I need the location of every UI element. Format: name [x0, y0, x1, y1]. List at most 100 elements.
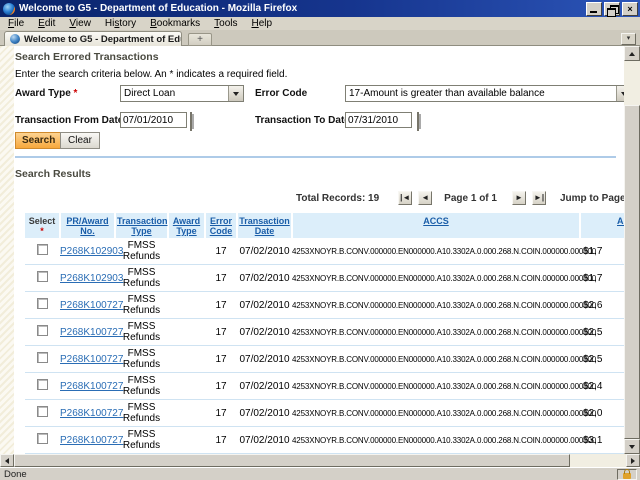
column-header-pr-award-no-[interactable]: PR/Award No.	[60, 213, 115, 238]
column-header-accs[interactable]: ACCS	[292, 213, 580, 238]
calendar-icon[interactable]	[190, 112, 192, 131]
minimize-button[interactable]	[586, 2, 602, 16]
transaction-date-cell: 07/02/2010	[237, 373, 292, 400]
transaction-date-cell: 07/02/2010	[237, 400, 292, 427]
transaction-type-cell: FMSS Refunds	[115, 400, 168, 427]
window-title: Welcome to G5 - Department of Education …	[19, 3, 582, 14]
required-asterisk: *	[74, 88, 78, 99]
table-row: P268K100727FMSS Refunds1707/02/20104253X…	[25, 346, 624, 373]
pr-award-link[interactable]: P268K100727	[60, 381, 123, 392]
pr-award-link[interactable]: P268K100727	[60, 354, 123, 365]
select-checkbox[interactable]	[25, 346, 60, 373]
to-date-input[interactable]	[345, 112, 412, 128]
close-button[interactable]: ×	[622, 2, 638, 16]
column-header-error-code[interactable]: Error Code	[205, 213, 237, 238]
error-code-cell: 17	[205, 373, 237, 400]
pr-award-link[interactable]: P268K100727	[60, 435, 123, 446]
next-page-button[interactable]: ►	[512, 191, 526, 205]
search-button[interactable]: Search	[15, 132, 62, 149]
dropdown-arrow-icon	[616, 86, 624, 101]
calendar-icon[interactable]	[417, 112, 419, 131]
results-table: Select*PR/Award No.Transaction TypeAward…	[25, 213, 624, 454]
scroll-down-icon[interactable]	[624, 439, 640, 454]
scroll-right-icon[interactable]	[626, 454, 640, 467]
transaction-date-cell: 07/02/2010	[237, 427, 292, 454]
select-checkbox[interactable]	[25, 319, 60, 346]
select-checkbox[interactable]	[25, 400, 60, 427]
table-row: P268K100727FMSS Refunds1707/02/20104253X…	[25, 292, 624, 319]
error-code-select[interactable]: 17-Amount is greater than available bala…	[345, 85, 624, 102]
column-header-transaction-type[interactable]: Transaction Type	[115, 213, 168, 238]
column-header-award-type[interactable]: Award Type	[168, 213, 205, 238]
new-tab-button[interactable]: +	[188, 33, 212, 46]
jump-to-page-label: Jump to Page	[560, 193, 624, 204]
award-type-cell	[168, 265, 205, 292]
transaction-date-cell: 07/02/2010	[237, 265, 292, 292]
error-code-cell: 17	[205, 319, 237, 346]
last-page-button[interactable]: ►|	[532, 191, 546, 205]
menu-file[interactable]: File	[1, 18, 31, 29]
column-header-transaction-date[interactable]: Transaction Date	[237, 213, 292, 238]
scroll-left-icon[interactable]	[0, 454, 14, 467]
secure-lock-panel	[617, 469, 637, 480]
pr-award-cell: P268K100727	[60, 373, 115, 400]
menu-view[interactable]: View	[62, 18, 98, 29]
tab-list-button[interactable]: ▾	[621, 33, 636, 45]
restore-button[interactable]	[604, 2, 620, 16]
accs-cell: 4253XNOYR.B.CONV.000000.EN000000.A10.330…	[292, 346, 580, 373]
transaction-date-cell: 07/02/2010	[237, 292, 292, 319]
error-code-cell: 17	[205, 265, 237, 292]
horizontal-scroll-thumb[interactable]	[14, 454, 570, 467]
prev-page-button[interactable]: ◄	[418, 191, 432, 205]
clear-button[interactable]: Clear	[60, 132, 100, 149]
to-date-label: Transaction To Date	[255, 115, 350, 126]
menu-bookmarks[interactable]: Bookmarks	[143, 18, 207, 29]
vertical-scrollbar[interactable]	[624, 46, 640, 454]
accs-cell: 4253XNOYR.B.CONV.000000.EN000000.A10.330…	[292, 373, 580, 400]
award-type-cell	[168, 400, 205, 427]
table-row: P268K100727FMSS Refunds1707/02/20104253X…	[25, 427, 624, 454]
scroll-up-icon[interactable]	[624, 46, 640, 61]
award-type-select[interactable]: Direct Loan	[120, 85, 244, 102]
amount-cell: $1,7	[580, 265, 624, 292]
award-type-cell	[168, 427, 205, 454]
tab-strip: Welcome to G5 - Department of Edu... + ▾	[0, 30, 640, 46]
select-checkbox[interactable]	[25, 373, 60, 400]
pr-award-cell: P268K100727	[60, 346, 115, 373]
error-code-label: Error Code	[255, 88, 307, 99]
pr-award-link[interactable]: P268K100727	[60, 300, 123, 311]
from-date-input[interactable]	[120, 112, 187, 128]
select-checkbox[interactable]	[25, 265, 60, 292]
tab-welcome-g5[interactable]: Welcome to G5 - Department of Edu...	[4, 31, 182, 46]
g5-favicon	[10, 34, 20, 44]
menu-history[interactable]: History	[98, 18, 143, 29]
select-checkbox[interactable]	[25, 238, 60, 265]
pr-award-link[interactable]: P268K102903	[60, 246, 123, 257]
pr-award-link[interactable]: P268K100727	[60, 327, 123, 338]
pr-award-link[interactable]: P268K102903	[60, 273, 123, 284]
pr-award-link[interactable]: P268K100727	[60, 408, 123, 419]
select-checkbox[interactable]	[25, 427, 60, 454]
select-checkbox[interactable]	[25, 292, 60, 319]
from-date-label: Transaction From Date	[15, 115, 123, 126]
error-code-cell: 17	[205, 346, 237, 373]
amount-cell: $2,6	[580, 292, 624, 319]
error-code-cell: 17	[205, 292, 237, 319]
table-row: P268K100727FMSS Refunds1707/02/20104253X…	[25, 373, 624, 400]
award-type-cell	[168, 292, 205, 319]
status-bar: Done	[0, 467, 640, 480]
vertical-scroll-thumb[interactable]	[624, 105, 640, 439]
amount-cell: $1,7	[580, 238, 624, 265]
section-divider	[15, 156, 616, 158]
page-status: Page 1 of 1	[444, 193, 497, 204]
pr-award-cell: P268K100727	[60, 319, 115, 346]
menu-help[interactable]: Help	[244, 18, 279, 29]
pr-award-cell: P268K100727	[60, 427, 115, 454]
first-page-button[interactable]: |◄	[398, 191, 412, 205]
accs-cell: 4253XNOYR.B.CONV.000000.EN000000.A10.330…	[292, 292, 580, 319]
horizontal-scrollbar[interactable]	[0, 454, 640, 467]
menu-tools[interactable]: Tools	[207, 18, 244, 29]
column-header-am[interactable]: Am	[580, 213, 624, 238]
menu-edit[interactable]: Edit	[31, 18, 62, 29]
accs-cell: 4253XNOYR.B.CONV.000000.EN000000.A10.330…	[292, 400, 580, 427]
